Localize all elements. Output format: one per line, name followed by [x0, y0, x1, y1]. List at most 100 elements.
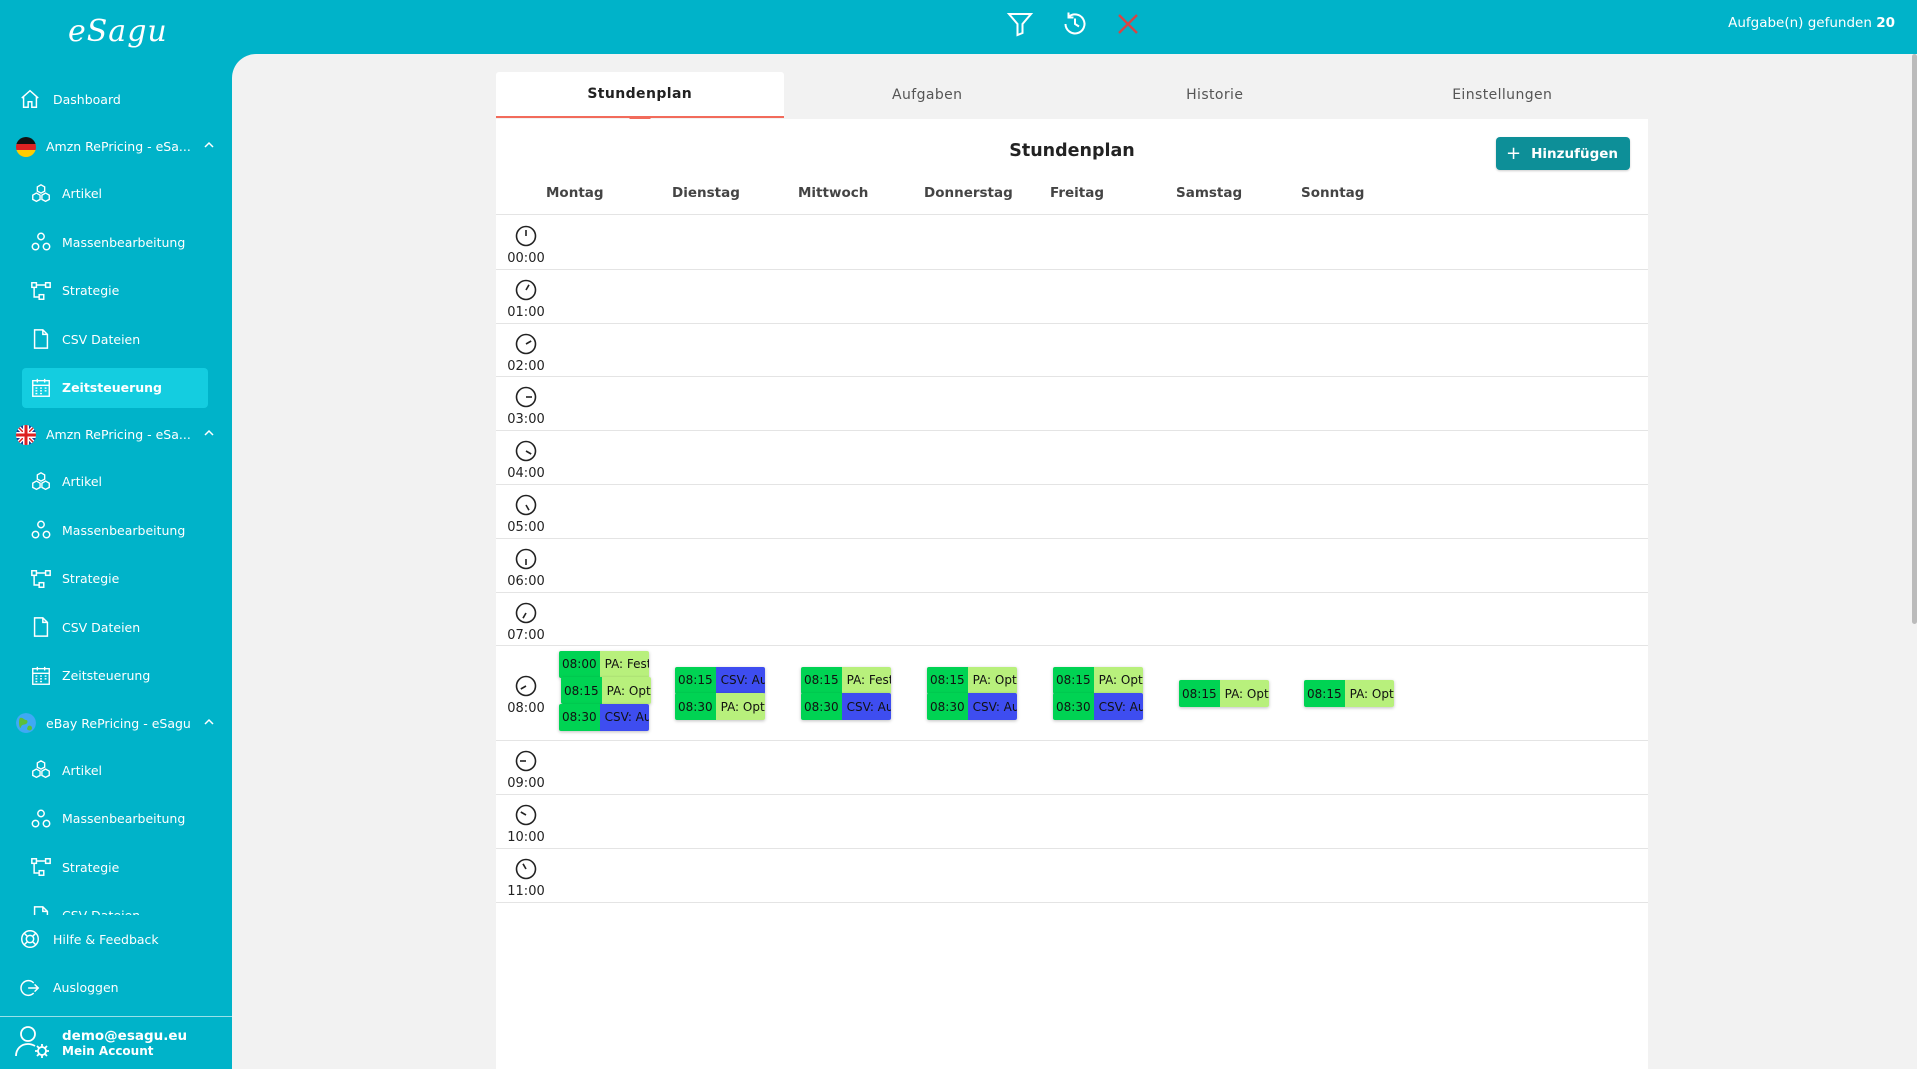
sidebar-item-artikel[interactable]: Artikel: [0, 746, 232, 795]
sidebar-item-logout[interactable]: Ausloggen: [0, 964, 232, 1013]
event-time: 08:15: [801, 666, 842, 694]
history-icon[interactable]: [1061, 10, 1089, 38]
weekday-donnerstag: Donnerstag: [924, 185, 1013, 201]
event-name: PA: Optim...: [1344, 680, 1394, 708]
event-name: CSV: Auto...: [967, 693, 1017, 721]
event-name: PA: Festpr...: [599, 650, 649, 678]
tab-stundenplan[interactable]: Stundenplan: [496, 72, 784, 129]
event-name: PA: Optim...: [1219, 680, 1269, 708]
hour-label: 07:00: [496, 601, 556, 643]
hour-label: 08:00: [496, 674, 556, 716]
sidebar-item-csv-dateien[interactable]: CSV Dateien: [0, 603, 232, 652]
event-time: 08:15: [927, 666, 968, 694]
my-account-link[interactable]: Mein Account: [62, 1044, 187, 1058]
sidebar-item-strategie[interactable]: Strategie: [0, 843, 232, 892]
clock-icon: [514, 224, 538, 248]
close-icon[interactable]: [1114, 10, 1142, 38]
tab-label: Einstellungen: [1452, 87, 1553, 103]
sidebar-item-massenbearbeitung[interactable]: Massenbearbeitung: [0, 218, 232, 267]
calendar-icon: [30, 377, 52, 399]
sidebar-item-dashboard[interactable]: Dashboard: [0, 75, 232, 124]
scrollbar[interactable]: [1912, 54, 1917, 624]
weekday-header: Montag Dienstag Mittwoch Donnerstag Freitag S…: [496, 185, 1648, 215]
sidebar-item-strategie[interactable]: Strategie: [0, 267, 232, 316]
sidebar-item-massenbearbeitung[interactable]: Massenbearbeitung: [0, 506, 232, 555]
circles-icon: [30, 808, 52, 830]
sidebar-group-0[interactable]: Amzn RePricing - eSa...: [0, 124, 232, 170]
sidebar-item-label: Massenbearbeitung: [62, 811, 186, 827]
sidebar-group-1[interactable]: Amzn RePricing - eSa...: [0, 412, 232, 458]
tasks-found-count: 20: [1876, 15, 1895, 31]
chevron-up-icon[interactable]: [203, 139, 215, 154]
sidebar-item-csv-dateien[interactable]: CSV Dateien: [0, 315, 232, 364]
clock-icon: [514, 803, 538, 827]
hour-label: 02:00: [496, 332, 556, 374]
sidebar-item-help[interactable]: Hilfe & Feedback: [0, 915, 232, 964]
sidebar-item-label: CSV Dateien: [62, 619, 141, 635]
event-time: 08:00: [559, 650, 600, 678]
tab-historie[interactable]: Historie: [1071, 72, 1359, 118]
schedule-event[interactable]: 08:30CSV: Auto...: [927, 693, 1017, 721]
hour-text: 01:00: [507, 304, 545, 320]
sidebar-item-strategie[interactable]: Strategie: [0, 555, 232, 604]
cubes-icon: [30, 471, 52, 493]
tab-bar: Stundenplan Aufgaben Historie Einstellun…: [496, 72, 1647, 129]
chevron-up-icon[interactable]: [203, 716, 215, 731]
add-button[interactable]: + Hinzufügen: [1495, 137, 1630, 170]
sidebar-item-label: Zeitsteuerung: [62, 668, 151, 684]
hour-label: 04:00: [496, 439, 556, 481]
sidebar-item-label: Hilfe & Feedback: [53, 931, 159, 947]
schedule-event[interactable]: 08:15PA: Optim...: [1179, 680, 1269, 708]
hour-row: 09:00: [496, 741, 1648, 796]
cubes-icon: [30, 183, 52, 205]
schedule-event[interactable]: 08:15CSV: Auto...: [675, 666, 765, 694]
schedule-event[interactable]: 08:15PA: Optim...: [1053, 666, 1143, 694]
hour-label: 10:00: [496, 803, 556, 845]
schedule-event[interactable]: 08:15PA: Festpr...: [801, 666, 891, 694]
hour-row: 11:00: [496, 849, 1648, 903]
clock-icon: [514, 601, 538, 625]
tab-label: Stundenplan: [587, 86, 693, 102]
sidebar-item-zeitsteuerung[interactable]: Zeitsteuerung: [0, 652, 232, 701]
flag-world-icon: [16, 713, 36, 733]
hour-text: 03:00: [507, 412, 545, 428]
logo: eSagu: [68, 14, 168, 49]
filter-icon[interactable]: [1006, 10, 1034, 38]
top-bar: Aufgabe(n) gefunden 20: [232, 0, 1917, 54]
sidebar-item-artikel[interactable]: Artikel: [0, 458, 232, 507]
circles-icon: [30, 519, 52, 541]
cubes-icon: [30, 759, 52, 781]
tab-einstellungen[interactable]: Einstellungen: [1359, 72, 1647, 118]
schedule-event[interactable]: 08:30PA: Optim...: [675, 693, 765, 721]
hour-row: 02:00: [496, 324, 1648, 378]
sidebar-item-label: CSV Dateien: [62, 331, 141, 347]
event-name: PA: Optim...: [1093, 666, 1143, 694]
tab-aufgaben[interactable]: Aufgaben: [784, 72, 1072, 118]
sidebar: eSagu Dashboard Amzn RePricing - eSa... Ar…: [0, 0, 232, 1069]
clock-icon: [514, 439, 538, 463]
event-name: CSV: Auto...: [841, 693, 891, 721]
schedule-event[interactable]: 08:15PA: Optim...: [1304, 680, 1394, 708]
sidebar-group-2[interactable]: eBay RePricing - eSagu: [0, 700, 232, 746]
hour-text: 10:00: [507, 830, 545, 846]
schedule-event[interactable]: 08:30CSV: Auto...: [559, 703, 649, 731]
hour-text: 05:00: [507, 519, 545, 535]
schedule-event[interactable]: 08:00PA: Festpr...: [559, 650, 649, 678]
schedule-event[interactable]: 08:15PA: Optim...: [927, 666, 1017, 694]
hour-label: 06:00: [496, 547, 556, 589]
schedule-event[interactable]: 08:30CSV: Auto...: [1053, 693, 1143, 721]
schedule-event[interactable]: 08:30CSV: Auto...: [801, 693, 891, 721]
event-time: 08:15: [1304, 680, 1345, 708]
sidebar-item-artikel[interactable]: Artikel: [0, 170, 232, 219]
hour-row: 06:00: [496, 539, 1648, 593]
event-time: 08:30: [927, 693, 968, 721]
schedule-title: Stundenplan: [1009, 141, 1135, 161]
sidebar-item-csv-dateien[interactable]: CSV Dateien: [0, 892, 232, 915]
sidebar-item-massenbearbeitung[interactable]: Massenbearbeitung: [0, 795, 232, 844]
sidebar-item-zeitsteuerung[interactable]: Zeitsteuerung: [22, 367, 208, 408]
schedule-event[interactable]: 08:15PA: Optim...: [561, 677, 651, 705]
chevron-up-icon[interactable]: [203, 427, 215, 442]
user-account[interactable]: demo@esagu.eu Mein Account: [0, 1016, 232, 1069]
hour-label: 09:00: [496, 749, 556, 791]
hour-row: 08:0008:00PA: Festpr...08:15PA: Optim...…: [496, 646, 1648, 742]
